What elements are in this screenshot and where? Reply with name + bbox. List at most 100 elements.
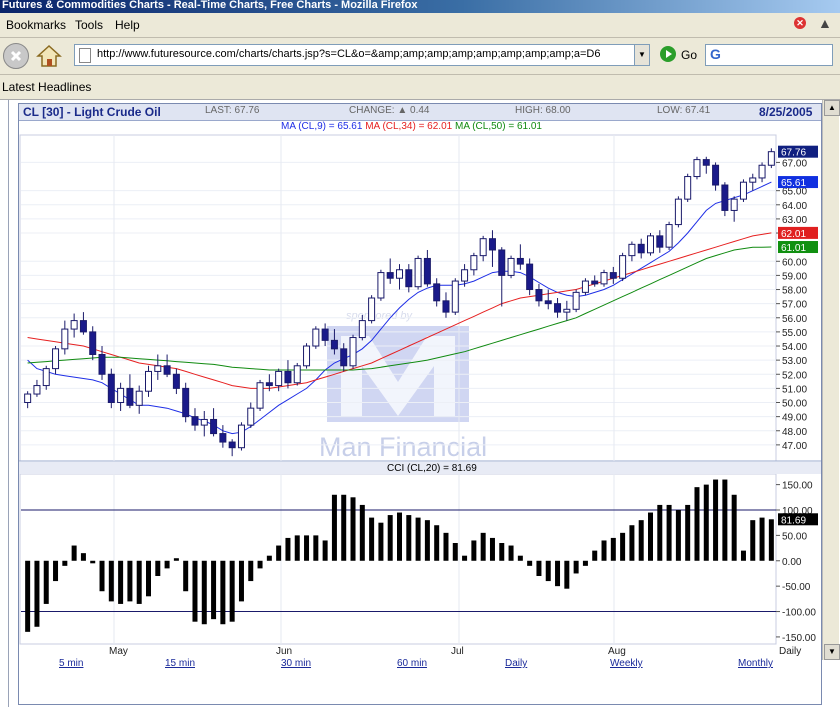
- cci-bar: [629, 525, 635, 561]
- candle-body: [749, 177, 757, 183]
- cci-bar: [452, 543, 458, 561]
- sponsored-by-text: sponsored by: [346, 310, 414, 322]
- cci-bar: [350, 497, 356, 561]
- interval-link[interactable]: 5 min: [59, 658, 83, 669]
- go-button[interactable]: [660, 46, 676, 62]
- price-axis: 67.0065.0064.0063.0062.0060.0059.0058.00…: [776, 145, 818, 452]
- candle: [200, 410, 208, 437]
- cci-bar: [220, 560, 226, 625]
- candle-body: [219, 433, 227, 443]
- cci-bar: [369, 517, 375, 561]
- candle-body: [730, 198, 738, 211]
- stop-button[interactable]: [3, 43, 29, 69]
- candle: [79, 312, 87, 335]
- interval-link[interactable]: 30 min: [281, 658, 311, 669]
- candle-body: [321, 328, 329, 341]
- candle: [210, 408, 218, 437]
- cci-bar: [173, 558, 179, 561]
- price-chart[interactable]: sponsored by Man Financial 67.0065.0064.…: [19, 104, 821, 704]
- price-tick-label: 50.00: [782, 399, 807, 410]
- interval-link[interactable]: Monthly: [738, 658, 773, 669]
- price-tick-label: 56.00: [782, 314, 807, 325]
- candle-body: [377, 272, 385, 299]
- date-axis-label: Jun: [276, 646, 292, 657]
- menu-bar: Bookmarks Tools Help ✕ ▲: [0, 13, 840, 38]
- stop-scroll-icon[interactable]: ▲: [818, 15, 832, 31]
- cci-bar: [443, 532, 449, 561]
- url-field[interactable]: http://www.futuresource.com/charts/chart…: [74, 44, 636, 66]
- candle-body: [368, 297, 376, 322]
- cci-tick-label: -150.00: [782, 633, 816, 644]
- price-tick-label: 64.00: [782, 201, 807, 212]
- cci-bar: [601, 540, 607, 561]
- candle: [767, 148, 775, 169]
- candle-body: [442, 300, 450, 313]
- close-tab-icon[interactable]: ✕: [794, 17, 806, 29]
- candle: [702, 156, 710, 174]
- cci-bar: [638, 520, 644, 561]
- candle: [303, 343, 311, 369]
- candle: [600, 269, 608, 287]
- menu-tools[interactable]: Tools: [75, 18, 103, 32]
- cci-bar: [573, 560, 579, 574]
- candle: [312, 326, 320, 349]
- interval-link[interactable]: 15 min: [165, 658, 195, 669]
- candle-body: [619, 255, 627, 279]
- candle-body: [303, 345, 311, 367]
- scroll-down-icon[interactable]: ▼: [824, 644, 840, 660]
- menu-bookmarks[interactable]: Bookmarks: [6, 18, 66, 32]
- cci-bar: [397, 512, 402, 561]
- date-axis-label: Aug: [608, 646, 626, 657]
- menu-help[interactable]: Help: [115, 18, 140, 32]
- price-tick-label: 49.00: [782, 413, 807, 424]
- cci-indicator: [21, 479, 776, 632]
- cci-bar: [666, 504, 672, 561]
- interval-link[interactable]: Daily: [505, 658, 527, 669]
- cci-value-tag-label: 81.69: [781, 515, 806, 526]
- cci-bar: [555, 560, 561, 587]
- go-label[interactable]: Go: [681, 48, 697, 62]
- candle-body: [665, 224, 673, 248]
- candle-body: [600, 272, 608, 285]
- candle: [730, 196, 738, 222]
- candle: [154, 354, 162, 380]
- candle: [451, 278, 459, 315]
- candle-body: [423, 257, 431, 285]
- interval-link[interactable]: 60 min: [397, 658, 427, 669]
- candle: [684, 173, 692, 202]
- price-tick-label: 53.00: [782, 356, 807, 367]
- search-field[interactable]: G: [705, 44, 833, 66]
- candle-body: [89, 331, 97, 355]
- cci-bar: [34, 560, 40, 627]
- candle: [554, 298, 562, 318]
- cci-bar: [406, 515, 412, 561]
- candle-body: [228, 441, 236, 449]
- price-tag-label: 62.01: [781, 229, 806, 240]
- candle-body: [52, 348, 60, 370]
- candle: [191, 408, 199, 431]
- latest-headlines-bookmark[interactable]: Latest Headlines: [2, 80, 91, 94]
- url-history-dropdown[interactable]: ▼: [634, 44, 650, 66]
- cci-bar: [257, 560, 263, 569]
- candle-body: [572, 291, 580, 310]
- vertical-scrollbar[interactable]: ▲ ▼: [822, 100, 840, 660]
- cci-bar: [517, 555, 523, 561]
- candle: [674, 196, 682, 228]
- home-button[interactable]: [36, 43, 62, 67]
- bookmarks-toolbar: Latest Headlines: [0, 75, 840, 100]
- cci-bar: [434, 525, 440, 561]
- candle: [749, 173, 757, 191]
- scroll-up-icon[interactable]: ▲: [824, 100, 840, 116]
- candle-body: [107, 373, 115, 404]
- candle-body: [414, 257, 422, 288]
- price-tag-label: 61.01: [781, 243, 806, 254]
- cci-bar: [238, 560, 244, 602]
- price-tick-label: 51.00: [782, 384, 807, 395]
- price-tick-label: 57.00: [782, 300, 807, 311]
- candle-body: [98, 353, 106, 375]
- candle-body: [340, 348, 348, 367]
- candle: [247, 402, 255, 428]
- date-axis: May Jun Jul Aug Daily: [109, 646, 801, 657]
- cci-axis: 150.00100.0050.000.00-50.00-100.00-150.0…: [776, 481, 818, 644]
- interval-link[interactable]: Weekly: [610, 658, 643, 669]
